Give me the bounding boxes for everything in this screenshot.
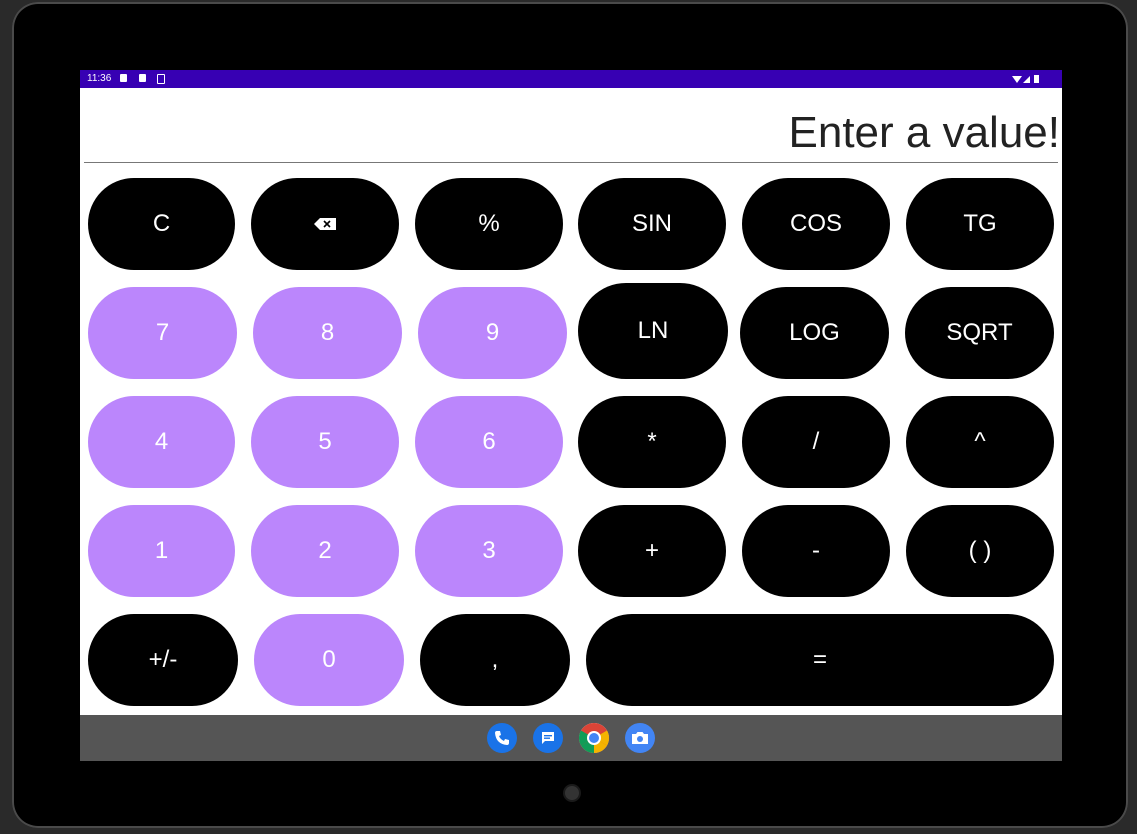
messages-icon[interactable] [533,723,563,753]
multiply-button[interactable]: * [578,396,726,488]
digit-0-button[interactable]: 0 [254,614,404,706]
sin-button[interactable]: SIN [578,178,726,270]
sim-icon [139,74,146,82]
status-time: 11:36 [87,73,112,84]
ln-button[interactable]: LN [578,283,728,379]
divide-button[interactable]: / [742,396,890,488]
digit-7-button[interactable]: 7 [88,287,237,379]
digit-6-button[interactable]: 6 [415,396,563,488]
digit-9-button[interactable]: 9 [418,287,567,379]
navigation-bar [80,715,1062,761]
notification-a-icon [120,74,127,82]
digit-2-button[interactable]: 2 [251,505,399,597]
phone-icon[interactable] [487,723,517,753]
digit-1-button[interactable]: 1 [88,505,235,597]
status-icons [1012,74,1042,87]
sign-toggle-button[interactable]: +/- [88,614,238,706]
chrome-icon[interactable] [579,723,609,753]
log-button[interactable]: LOG [740,287,889,379]
digit-4-button[interactable]: 4 [88,396,235,488]
tg-button[interactable]: TG [906,178,1054,270]
app-screen: 11:36 Enter a value! C % SIN COS TG 7 8 … [80,70,1062,761]
percent-button[interactable]: % [415,178,563,270]
equals-button[interactable]: = [586,614,1054,706]
parentheses-button[interactable]: ( ) [906,505,1054,597]
digit-8-button[interactable]: 8 [253,287,402,379]
display-value: Enter a value! [788,108,1061,157]
wifi-signal-battery-icon [1012,75,1039,83]
digit-5-button[interactable]: 5 [251,396,399,488]
cos-button[interactable]: COS [742,178,890,270]
minus-button[interactable]: - [742,505,890,597]
backspace-icon [314,218,336,230]
front-camera [565,786,579,800]
display-underline [84,162,1058,163]
backspace-button[interactable] [251,178,399,270]
calculator-display[interactable]: Enter a value! [80,88,1062,164]
status-bar: 11:36 [80,70,1062,88]
power-button[interactable]: ^ [906,396,1054,488]
clear-button[interactable]: C [88,178,235,270]
sync-icon [157,74,165,84]
sqrt-button[interactable]: SQRT [905,287,1054,379]
digit-3-button[interactable]: 3 [415,505,563,597]
comma-button[interactable]: , [420,614,570,706]
camera-icon[interactable] [625,723,655,753]
plus-button[interactable]: + [578,505,726,597]
